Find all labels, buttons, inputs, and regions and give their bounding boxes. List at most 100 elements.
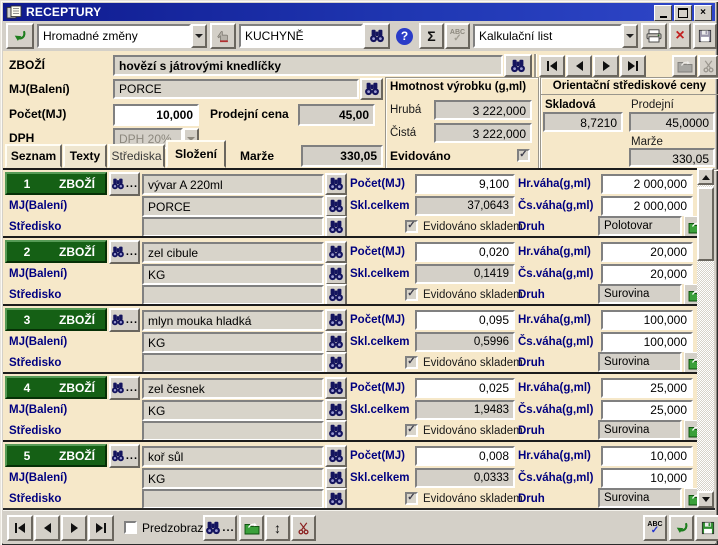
scroll-down-button[interactable] bbox=[697, 491, 714, 508]
row-evidovano-checkbox[interactable]: ✓ bbox=[405, 356, 418, 369]
row-stredisko-input[interactable] bbox=[142, 285, 324, 305]
row-cs-vaha-input[interactable] bbox=[601, 264, 693, 284]
row-search-more-button[interactable]: ... bbox=[109, 172, 140, 196]
row-evidovano-checkbox[interactable]: ✓ bbox=[405, 288, 418, 301]
row-stredisko-input[interactable] bbox=[142, 421, 324, 441]
row-mj-search-button[interactable] bbox=[325, 263, 347, 285]
scrollbar-thumb[interactable] bbox=[697, 187, 714, 261]
title-bar[interactable]: RECEPTURY × bbox=[3, 3, 715, 21]
row-search-more-button[interactable]: ... bbox=[109, 444, 140, 468]
row-cs-vaha-input[interactable] bbox=[601, 468, 693, 488]
row-mj-search-button[interactable] bbox=[325, 399, 347, 421]
report-dropdown[interactable]: Kalkulační list bbox=[473, 24, 638, 48]
tab-texty[interactable]: Texty bbox=[63, 144, 107, 168]
row-hr-vaha-input[interactable] bbox=[601, 242, 693, 262]
folder-button[interactable] bbox=[239, 515, 264, 541]
row-stredisko-input[interactable] bbox=[142, 217, 324, 237]
mode-dropdown[interactable]: Hromadné změny bbox=[37, 24, 207, 48]
row-name-input[interactable] bbox=[142, 378, 324, 399]
toolbar-search-button[interactable] bbox=[363, 23, 390, 49]
minimize-button[interactable] bbox=[654, 5, 672, 21]
tab-strediska[interactable]: Střediska bbox=[108, 144, 165, 168]
row-evidovano-checkbox[interactable]: ✓ bbox=[405, 220, 418, 233]
spellcheck-bottom-button[interactable]: ABC✓ bbox=[643, 515, 667, 541]
row-stredisko-search-button[interactable] bbox=[325, 488, 347, 510]
row-evidovano-checkbox[interactable]: ✓ bbox=[405, 424, 418, 437]
row-cs-vaha-input[interactable] bbox=[601, 196, 693, 216]
evidovano-checkbox[interactable]: ✓ bbox=[517, 149, 530, 162]
revert-button[interactable] bbox=[669, 515, 694, 541]
pocet-input[interactable] bbox=[113, 104, 199, 126]
print-button[interactable] bbox=[641, 23, 667, 49]
search-more-button[interactable]: ... bbox=[203, 515, 237, 541]
row-mj-input[interactable] bbox=[142, 332, 324, 353]
open-folder-button[interactable] bbox=[672, 55, 697, 77]
tab-slozeni[interactable]: Složení bbox=[166, 140, 226, 168]
mode-dropdown-value[interactable]: Hromadné změny bbox=[37, 24, 191, 48]
sum-button[interactable]: Σ bbox=[419, 23, 444, 49]
row-mj-search-button[interactable] bbox=[325, 195, 347, 217]
help-button[interactable]: ? bbox=[391, 23, 418, 49]
cancel-button[interactable]: × bbox=[669, 23, 691, 49]
row-stredisko-input[interactable] bbox=[142, 489, 324, 509]
row-stredisko-search-button[interactable] bbox=[325, 216, 347, 238]
scroll-up-button[interactable] bbox=[697, 168, 714, 185]
report-dropdown-value[interactable]: Kalkulační list bbox=[473, 24, 622, 48]
mj-input[interactable] bbox=[113, 79, 359, 99]
row-name-search-button[interactable] bbox=[325, 241, 347, 263]
spellcheck-button[interactable]: ABC✓ bbox=[445, 23, 470, 49]
row-evidovano-checkbox[interactable]: ✓ bbox=[405, 492, 418, 505]
row-name-input[interactable] bbox=[142, 174, 324, 195]
row-name-search-button[interactable] bbox=[325, 309, 347, 331]
row-pocet-input[interactable] bbox=[415, 242, 515, 262]
cut-button[interactable] bbox=[698, 55, 718, 77]
first-record-button[interactable] bbox=[539, 55, 565, 77]
row-search-more-button[interactable]: ... bbox=[109, 308, 140, 332]
row-hr-vaha-input[interactable] bbox=[601, 446, 693, 466]
row-search-more-button[interactable]: ... bbox=[109, 240, 140, 264]
row-hr-vaha-input[interactable] bbox=[601, 310, 693, 330]
preview-checkbox[interactable] bbox=[124, 521, 137, 534]
location-input[interactable] bbox=[239, 24, 363, 48]
cut-item-button[interactable] bbox=[291, 515, 316, 541]
prev-record-button[interactable] bbox=[566, 55, 592, 77]
row-cs-vaha-input[interactable] bbox=[601, 332, 693, 352]
vertical-scrollbar[interactable] bbox=[697, 168, 714, 508]
last-record-button[interactable] bbox=[620, 55, 646, 77]
row-stredisko-search-button[interactable] bbox=[325, 352, 347, 374]
save-button[interactable] bbox=[693, 23, 717, 49]
zbozi-input[interactable] bbox=[113, 55, 503, 76]
row-mj-search-button[interactable] bbox=[325, 331, 347, 353]
maximize-button[interactable] bbox=[674, 5, 692, 21]
row-stredisko-input[interactable] bbox=[142, 353, 324, 373]
row-mj-input[interactable] bbox=[142, 400, 324, 421]
row-stredisko-search-button[interactable] bbox=[325, 284, 347, 306]
mj-search-button[interactable] bbox=[360, 78, 383, 100]
row-pocet-input[interactable] bbox=[415, 446, 515, 466]
row-hr-vaha-input[interactable] bbox=[601, 378, 693, 398]
row-name-input[interactable] bbox=[142, 446, 324, 467]
first-item-button[interactable] bbox=[7, 515, 33, 541]
row-mj-input[interactable] bbox=[142, 264, 324, 285]
row-name-input[interactable] bbox=[142, 310, 324, 331]
row-pocet-input[interactable] bbox=[415, 174, 515, 194]
row-hr-vaha-input[interactable] bbox=[601, 174, 693, 194]
row-cs-vaha-input[interactable] bbox=[601, 400, 693, 420]
row-mj-input[interactable] bbox=[142, 468, 324, 489]
last-item-button[interactable] bbox=[88, 515, 114, 541]
save-bottom-button[interactable] bbox=[695, 515, 718, 541]
next-item-button[interactable] bbox=[61, 515, 87, 541]
hand-pick-button[interactable] bbox=[210, 23, 236, 49]
mode-dropdown-arrow[interactable] bbox=[191, 24, 207, 48]
report-dropdown-arrow[interactable] bbox=[622, 24, 638, 48]
refresh-button[interactable] bbox=[6, 23, 34, 49]
row-name-search-button[interactable] bbox=[325, 377, 347, 399]
row-pocet-input[interactable] bbox=[415, 378, 515, 398]
prev-item-button[interactable] bbox=[34, 515, 60, 541]
row-name-input[interactable] bbox=[142, 242, 324, 263]
resize-button[interactable]: ↕ bbox=[265, 515, 290, 541]
row-stredisko-search-button[interactable] bbox=[325, 420, 347, 442]
row-search-more-button[interactable]: ... bbox=[109, 376, 140, 400]
zbozi-search-button[interactable] bbox=[504, 54, 532, 77]
close-button[interactable]: × bbox=[694, 5, 712, 21]
